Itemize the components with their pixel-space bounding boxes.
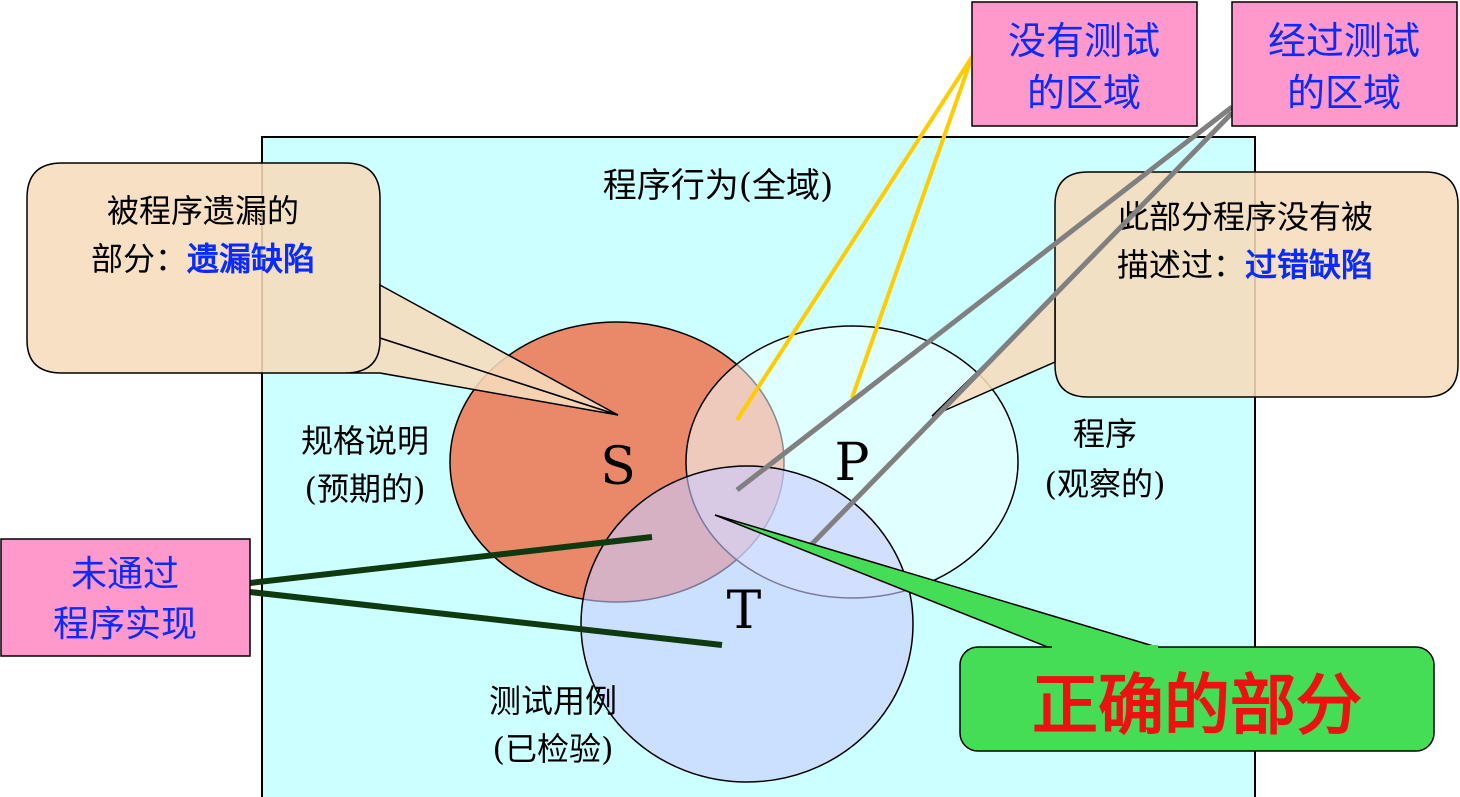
untested-label-line2: 的区域	[1027, 71, 1141, 115]
spec-label-line2: (预期的)	[305, 470, 426, 508]
omission-callout-line1: 被程序遗漏的	[107, 192, 299, 230]
commission-callout-prefix: 描述过：	[1117, 246, 1245, 284]
program-label-line2: (观察的)	[1045, 465, 1166, 503]
universe-label: 程序行为(全域)	[603, 166, 834, 206]
not-implemented-label-line1: 未通过	[71, 554, 179, 595]
venn-diagram: 程序行为(全域) S P T 规格说明 (预期的) 程序 (观察的) 测试用例 …	[0, 1, 1459, 797]
not-implemented-label-line2: 程序实现	[53, 604, 197, 645]
tests-label-line2: (已检验)	[493, 730, 614, 768]
tests-label-line1: 测试用例	[489, 682, 617, 720]
tested-label-line2: 的区域	[1287, 71, 1401, 115]
omission-callout-line2: 部分：遗漏缺陷	[91, 240, 315, 278]
tests-letter: T	[727, 581, 762, 641]
program-label-line1: 程序	[1073, 415, 1137, 453]
commission-callout-emphasis: 过错缺陷	[1245, 246, 1373, 284]
spec-label-line1: 规格说明	[301, 422, 429, 460]
omission-callout-prefix: 部分：	[91, 240, 187, 278]
correct-callout-text: 正确的部分	[1032, 667, 1362, 744]
commission-callout-line1: 此部分程序没有被	[1117, 198, 1373, 236]
program-letter: P	[835, 433, 870, 493]
untested-label-line1: 没有测试	[1008, 19, 1160, 63]
tested-label-line1: 经过测试	[1268, 19, 1420, 63]
omission-callout-emphasis: 遗漏缺陷	[187, 240, 315, 278]
spec-letter: S	[600, 437, 636, 497]
correct-callout-pointer-join	[1052, 645, 1158, 651]
commission-callout-line2: 描述过：过错缺陷	[1117, 246, 1373, 284]
